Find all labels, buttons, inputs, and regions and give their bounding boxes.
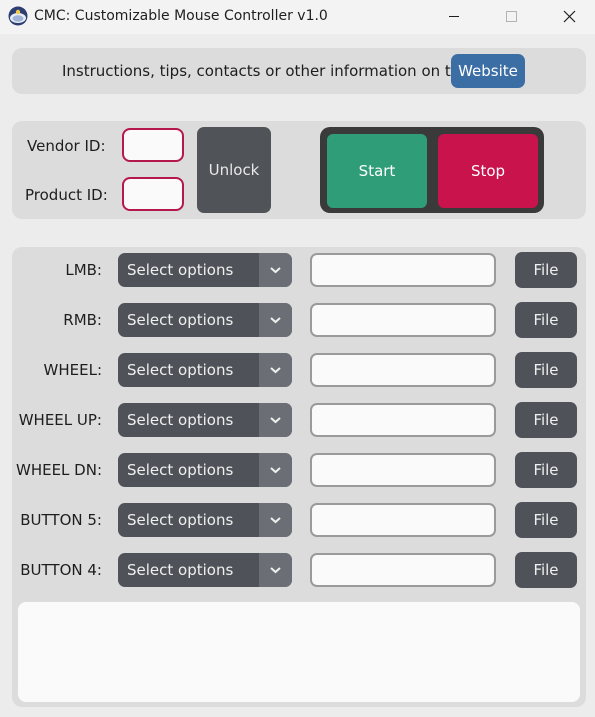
dropdown-toggle[interactable] (259, 253, 292, 287)
mapping-label: WHEEL UP: (18, 411, 102, 429)
file-path-input[interactable] (310, 553, 496, 587)
start-stop-group: Start Stop (320, 127, 544, 213)
action-select-value: Select options (127, 261, 234, 279)
dropdown-toggle[interactable] (259, 353, 292, 387)
action-select[interactable]: Select options (118, 303, 292, 337)
dropdown-toggle[interactable] (259, 553, 292, 587)
action-select-value: Select options (127, 311, 234, 329)
app-logo-icon (8, 6, 28, 26)
action-select[interactable]: Select options (118, 403, 292, 437)
button-mapping-panel: LMB: Select options File RMB: Select opt… (12, 247, 586, 707)
mapping-row-lmb: LMB: Select options File (12, 252, 586, 288)
file-path-input[interactable] (310, 403, 496, 437)
mapping-row-wheel-dn: WHEEL DN: Select options File (12, 452, 586, 488)
file-button[interactable]: File (515, 402, 577, 438)
action-select[interactable]: Select options (118, 553, 292, 587)
info-text: Instructions, tips, contacts or other in… (62, 62, 470, 80)
file-button[interactable]: File (515, 302, 577, 338)
file-button[interactable]: File (515, 552, 577, 588)
chevron-down-icon (270, 317, 281, 324)
action-select-value: Select options (127, 411, 234, 429)
action-select[interactable]: Select options (118, 353, 292, 387)
mapping-label: RMB: (63, 311, 102, 329)
file-button[interactable]: File (515, 502, 577, 538)
file-path-input[interactable] (310, 253, 496, 287)
title-bar: CMC: Customizable Mouse Controller v1.0 (0, 0, 595, 34)
window-title: CMC: Customizable Mouse Controller v1.0 (34, 8, 328, 24)
mapping-label: BUTTON 4: (20, 561, 102, 579)
vendor-id-label: Vendor ID: (27, 137, 106, 155)
action-select[interactable]: Select options (118, 453, 292, 487)
chevron-down-icon (270, 417, 281, 424)
mapping-label: WHEEL: (43, 361, 102, 379)
mapping-row-button-4: BUTTON 4: Select options File (12, 552, 586, 588)
file-path-input[interactable] (310, 503, 496, 537)
dropdown-toggle[interactable] (259, 453, 292, 487)
file-button[interactable]: File (515, 352, 577, 388)
minimize-icon (449, 16, 459, 17)
log-textbox[interactable] (18, 602, 580, 702)
maximize-icon (506, 11, 517, 22)
mapping-row-rmb: RMB: Select options File (12, 302, 586, 338)
chevron-down-icon (270, 567, 281, 574)
file-path-input[interactable] (310, 453, 496, 487)
chevron-down-icon (270, 367, 281, 374)
action-select-value: Select options (127, 361, 234, 379)
close-icon (563, 10, 576, 23)
file-path-input[interactable] (310, 353, 496, 387)
file-path-input[interactable] (310, 303, 496, 337)
product-id-label: Product ID: (25, 186, 108, 204)
file-button[interactable]: File (515, 252, 577, 288)
mapping-row-button-5: BUTTON 5: Select options File (12, 502, 586, 538)
minimize-button[interactable] (431, 0, 477, 34)
action-select-value: Select options (127, 561, 234, 579)
mapping-row-wheel: WHEEL: Select options File (12, 352, 586, 388)
chevron-down-icon (270, 467, 281, 474)
dropdown-toggle[interactable] (259, 403, 292, 437)
action-select[interactable]: Select options (118, 253, 292, 287)
website-button[interactable]: Website (451, 54, 525, 88)
maximize-button[interactable] (488, 0, 534, 34)
dropdown-toggle[interactable] (259, 503, 292, 537)
stop-button[interactable]: Stop (438, 134, 538, 208)
info-panel: Instructions, tips, contacts or other in… (12, 48, 586, 94)
action-select-value: Select options (127, 461, 234, 479)
device-id-panel: Vendor ID: Product ID: Unlock Start Stop (12, 121, 586, 219)
unlock-button[interactable]: Unlock (197, 127, 271, 213)
product-id-input[interactable] (122, 177, 184, 211)
chevron-down-icon (270, 267, 281, 274)
mapping-label: BUTTON 5: (20, 511, 102, 529)
mapping-label: LMB: (65, 261, 102, 279)
close-button[interactable] (547, 0, 593, 34)
start-button[interactable]: Start (327, 134, 427, 208)
file-button[interactable]: File (515, 452, 577, 488)
dropdown-toggle[interactable] (259, 303, 292, 337)
mapping-row-wheel-up: WHEEL UP: Select options File (12, 402, 586, 438)
action-select[interactable]: Select options (118, 503, 292, 537)
chevron-down-icon (270, 517, 281, 524)
action-select-value: Select options (127, 511, 234, 529)
mapping-label: WHEEL DN: (15, 461, 102, 479)
vendor-id-input[interactable] (122, 128, 184, 162)
